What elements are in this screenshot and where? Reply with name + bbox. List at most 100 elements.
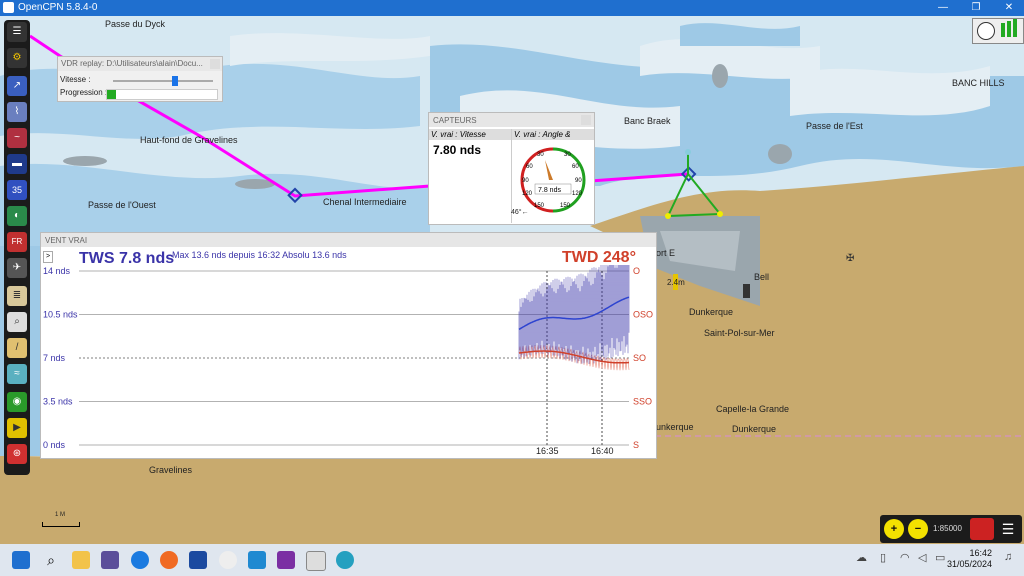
bank-icon[interactable] xyxy=(189,551,207,569)
ais-icon[interactable]: ▬ xyxy=(7,154,27,174)
vdr-close-icon[interactable] xyxy=(210,59,220,69)
language-fr-icon[interactable]: FR xyxy=(7,232,27,252)
direction-label: SO xyxy=(633,353,646,363)
app-icon[interactable] xyxy=(101,551,119,569)
direction-label: OSO xyxy=(633,310,653,320)
map-label: Passe de l'Est xyxy=(806,121,863,131)
y-axis-label: 3.5 nds xyxy=(43,397,73,407)
capteurs-dashboard: CAPTEURS V. vrai : Vitesse 7.80 nds V. v… xyxy=(428,112,595,225)
lifebuoy-icon[interactable]: ⊛ xyxy=(7,444,27,464)
settings-gear-icon[interactable]: ⚙ xyxy=(7,48,27,68)
onenote-icon[interactable] xyxy=(277,551,295,569)
logbook-icon[interactable]: ≣ xyxy=(7,286,27,306)
gauge-tick: 30 xyxy=(564,152,571,158)
app-icon xyxy=(3,2,14,13)
map-label: Passe du Dyck xyxy=(105,19,166,29)
close-button[interactable]: ✕ xyxy=(998,1,1020,15)
menu-icon[interactable]: ☰ xyxy=(7,22,27,42)
chart-scale: 1:85000 xyxy=(933,524,962,533)
gauge-tick: 120 xyxy=(522,191,533,197)
x-axis-label: 16:40 xyxy=(591,446,614,455)
ruler-icon[interactable]: / xyxy=(7,338,27,358)
rocket-icon[interactable]: ✈ xyxy=(7,258,27,278)
zoom-controls: + − 1:85000 ☰ xyxy=(880,515,1022,543)
zoom-out-icon[interactable]: − xyxy=(908,519,928,539)
map-label: Dunkerque xyxy=(689,307,734,317)
edge-icon[interactable] xyxy=(131,551,149,569)
wifi-icon[interactable]: ◠ xyxy=(900,551,914,569)
compass-widget[interactable] xyxy=(972,18,1024,44)
dashboard-icon[interactable]: 35 xyxy=(7,180,27,200)
vdr-progress-bar[interactable] xyxy=(106,89,218,100)
vdr-speed-label: Vitesse : xyxy=(60,75,91,84)
windows-start-icon[interactable] xyxy=(12,551,30,569)
notepad-icon[interactable] xyxy=(248,551,266,569)
direction-label: S xyxy=(633,440,639,450)
wind-history-chart: 14 nds O 10.5 nds OSO 7 nds SO 3.5 nds SSO 0 nds… xyxy=(43,265,653,455)
firefox-icon[interactable] xyxy=(160,551,178,569)
opencpn-taskbar-icon[interactable] xyxy=(306,551,326,571)
clock-time: 16:42 xyxy=(969,548,992,558)
capteurs-close-icon[interactable] xyxy=(581,115,591,125)
gauge-readout: 7.8 nds xyxy=(538,187,561,194)
map-label: unkerque xyxy=(656,422,694,432)
target-icon[interactable]: ◉ xyxy=(7,392,27,412)
file-explorer-icon[interactable] xyxy=(72,551,90,569)
taskbar: ⌕ ☁ ▯ ◠ ◁ ▭ 16:42 31/05/2024 ♫ xyxy=(0,544,1024,576)
wind-angle-gauge: 30 60 90 120 150 30 60 90 120 150 7.8 nd… xyxy=(520,147,586,213)
map-label: Haut-fond de Gravelines xyxy=(140,135,238,145)
map-label: Gravelines xyxy=(149,465,193,475)
gauge-tick: 150 xyxy=(534,203,545,209)
search-icon[interactable]: ⌕ xyxy=(42,551,60,569)
y-axis-label: 10.5 nds xyxy=(43,310,78,320)
play-icon[interactable]: ▶ xyxy=(7,418,27,438)
track-icon[interactable]: ~ xyxy=(7,128,27,148)
map-label: Saint-Pol-sur-Mer xyxy=(704,328,775,338)
vdr-title: VDR replay: D:\Utilisateurs\alain\Docu..… xyxy=(58,57,222,71)
y-axis-label: 7 nds xyxy=(43,353,66,363)
map-label: Passe de l'Ouest xyxy=(88,200,156,210)
true-wind-speed-value: 7.80 nds xyxy=(433,143,482,157)
compass-icon xyxy=(977,22,995,40)
chrome-icon[interactable] xyxy=(219,551,237,569)
map-label: Banc Braek xyxy=(624,116,671,126)
direction-label: SSO xyxy=(633,397,652,407)
map-label: Capelle-la Grande xyxy=(716,404,790,414)
history-next-button[interactable]: > xyxy=(43,251,53,263)
main-toolbar: ☰ ⚙ ↗ ⌇ ~ ▬ 35 ◐ FR ✈ ≣ ⌕ / ≈ ◉ ▶ ⊛ xyxy=(4,20,30,475)
graph-icon[interactable]: ⌇ xyxy=(7,102,27,122)
maximize-button[interactable]: ❐ xyxy=(965,1,987,15)
minimize-button[interactable]: — xyxy=(932,1,954,15)
vdr-replay-dialog: VDR replay: D:\Utilisateurs\alain\Docu..… xyxy=(57,56,223,102)
gauge-tick: 90 xyxy=(575,178,582,184)
system-clock[interactable]: 16:42 31/05/2024 xyxy=(947,548,992,570)
true-wind-history-panel: VENT VRAI > TWS 7.8 nds Max 13.6 nds dep… xyxy=(40,232,657,459)
route-icon[interactable]: ↗ xyxy=(7,76,27,96)
x-axis-label: 16:35 xyxy=(536,446,559,455)
map-label: Chenal Intermediaire xyxy=(323,197,407,207)
map-label: Bell xyxy=(754,272,770,282)
gauge-tick: 120 xyxy=(572,191,583,197)
zoom-in-icon[interactable]: + xyxy=(884,519,904,539)
battery-icon[interactable]: ▯ xyxy=(880,551,892,569)
tide-icon[interactable]: ≈ xyxy=(7,364,27,384)
volume-icon[interactable]: ◁ xyxy=(918,551,932,569)
map-label: 2.4m xyxy=(667,278,685,287)
angle-header: V. vrai : Angle & xyxy=(512,129,594,140)
globe-icon[interactable] xyxy=(336,551,354,569)
boat-icon[interactable] xyxy=(970,518,994,540)
vent-title: VENT VRAI xyxy=(41,233,656,247)
layers-menu-icon[interactable]: ☰ xyxy=(998,519,1018,539)
magnifier-icon[interactable]: ⌕ xyxy=(7,312,27,332)
capteurs-title: CAPTEURS xyxy=(429,113,594,127)
scale-bar xyxy=(42,522,80,527)
title-bar: OpenCPN 5.8.4-0 — ❐ ✕ xyxy=(0,0,1024,16)
map-label: BANC HILLS xyxy=(952,78,1005,88)
gauge-tick: 30 xyxy=(537,152,544,158)
gauge-tick: 60 xyxy=(572,164,579,170)
weather-icon[interactable]: ◐ xyxy=(7,206,27,226)
scale-bar-label: 1 M xyxy=(55,512,66,518)
cloud-icon[interactable]: ☁ xyxy=(856,551,870,569)
notification-bell-icon[interactable]: ♫ xyxy=(1004,551,1018,569)
vdr-speed-slider[interactable] xyxy=(113,76,213,86)
